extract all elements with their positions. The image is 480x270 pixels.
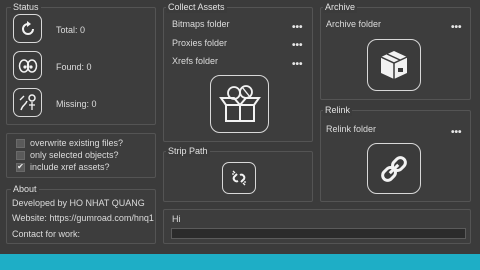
total-count: Total: 0 (56, 25, 86, 35)
missing-icon (19, 93, 36, 110)
proxies-folder-label: Proxies folder (172, 38, 228, 48)
proxies-folder-browse-button[interactable]: ••• (292, 41, 303, 51)
missing-count: Missing: 0 (56, 99, 97, 109)
xrefs-folder-browse-button[interactable]: ••• (292, 60, 303, 70)
collect-assets-button[interactable] (210, 75, 269, 133)
found-count: Found: 0 (56, 62, 92, 72)
check-mark-icon: ✔ (17, 162, 24, 171)
chain-link-icon (381, 155, 407, 182)
overwrite-option[interactable]: overwrite existing files? (16, 138, 123, 148)
contact-text: Contact for work: (12, 229, 81, 239)
eyes-icon (18, 58, 37, 73)
refresh-icon (21, 20, 34, 35)
archive-folder-label: Archive folder (326, 19, 382, 29)
selected-only-checkbox[interactable] (16, 150, 25, 160)
relink-folder-label: Relink folder (326, 124, 377, 134)
overwrite-label: overwrite existing files? (30, 138, 124, 148)
include-xref-checkbox[interactable]: ✔ (16, 162, 25, 172)
missing-button[interactable] (13, 88, 42, 117)
archive-title: Archive (323, 2, 358, 13)
website-text[interactable]: Website: https://gumroad.com/hnq1 (12, 213, 154, 223)
find-button[interactable] (13, 51, 42, 80)
developer-text: Developed by HO NHAT QUANG (12, 198, 145, 208)
relink-folder-browse-button[interactable]: ••• (451, 128, 462, 138)
bitmaps-folder-label: Bitmaps folder (172, 19, 230, 29)
relink-title: Relink (323, 105, 353, 116)
archive-button[interactable] (367, 39, 421, 91)
bottom-banner (0, 254, 480, 270)
log-label: Hi (172, 214, 181, 224)
relink-button[interactable] (367, 143, 421, 194)
collect-box-icon (218, 85, 261, 122)
selected-only-option[interactable]: only selected objects? (16, 150, 119, 160)
strip-path-title: Strip Path (166, 146, 210, 157)
log-output-field[interactable] (171, 228, 466, 239)
about-title: About (11, 184, 39, 195)
package-icon (380, 51, 408, 79)
xrefs-folder-label: Xrefs folder (172, 56, 219, 66)
bitmaps-folder-browse-button[interactable]: ••• (292, 23, 303, 33)
collect-assets-title: Collect Assets (166, 2, 227, 13)
refresh-button[interactable] (13, 14, 42, 43)
include-xref-label: include xref assets? (30, 162, 110, 172)
status-title: Status (11, 2, 41, 13)
archive-folder-browse-button[interactable]: ••• (451, 23, 462, 33)
selected-only-label: only selected objects? (30, 150, 119, 160)
include-xref-option[interactable]: ✔ include xref assets? (16, 162, 110, 172)
overwrite-checkbox[interactable] (16, 138, 25, 148)
broken-link-icon (232, 170, 246, 186)
strip-path-button[interactable] (222, 162, 256, 194)
